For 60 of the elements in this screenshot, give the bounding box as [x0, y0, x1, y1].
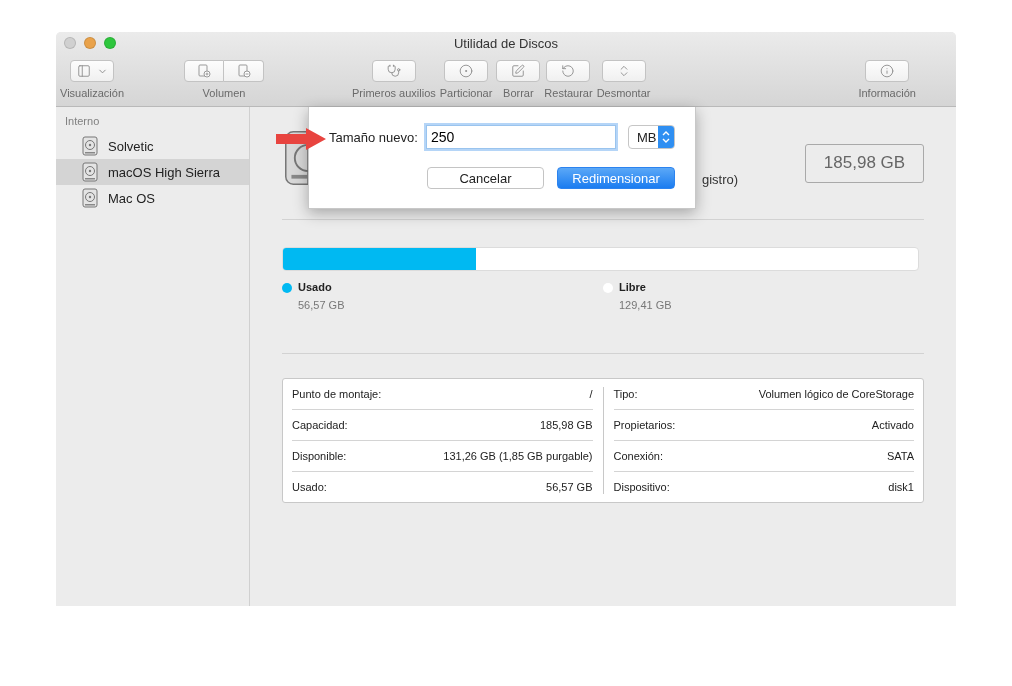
pen-icon	[511, 64, 526, 78]
legend-label: Libre	[619, 281, 646, 293]
toolbar-button[interactable]	[371, 60, 416, 82]
toolbar-label: Información	[858, 87, 916, 99]
table-cell: Disponible:	[292, 450, 347, 462]
toolbar-button[interactable]	[546, 60, 591, 82]
toolbar-button[interactable]	[70, 60, 114, 82]
table-cell: disk1	[888, 481, 914, 493]
toolbar-button[interactable]	[865, 60, 910, 82]
toolbar-button[interactable]	[444, 60, 489, 82]
arrow-icon	[276, 128, 326, 150]
legend-value: 129,41 GB	[619, 299, 672, 311]
toolbar-label: Volumen	[202, 87, 246, 99]
table-cell: Punto de montaje:	[292, 388, 382, 400]
table-cell: Volumen lógico de CoreStorage	[758, 388, 914, 400]
sidebar-heading: Interno	[65, 115, 100, 127]
sidebar-item[interactable]: macOS High Sierra	[56, 159, 249, 185]
toolbar-button[interactable]	[601, 60, 646, 82]
toolbar-label: Borrar	[503, 87, 534, 99]
table-cell: 56,57 GB	[546, 481, 593, 493]
info-icon	[880, 64, 895, 78]
stethoscope-icon	[386, 64, 401, 78]
volume-info-text: gistro)	[702, 171, 739, 187]
add-volume-button[interactable]	[184, 60, 224, 82]
table-cell: SATA	[886, 450, 914, 462]
restore-icon	[561, 64, 576, 78]
toolbar-label: Primeros auxilios	[352, 87, 436, 99]
field-label: Tamaño nuevo:	[329, 129, 418, 145]
toolbar-label: Restaurar	[544, 87, 593, 99]
table-cell: Conexión:	[613, 450, 664, 462]
unit-select[interactable]: MB	[627, 125, 675, 149]
legend-value: 56,57 GB	[298, 299, 345, 311]
toolbar-label: Desmontar	[596, 87, 651, 99]
sidebar-icon	[76, 64, 91, 78]
table-cell: Tipo:	[613, 388, 638, 400]
table-cell: Capacidad:	[292, 419, 348, 431]
table-cell: 131,26 GB (1,85 GB purgable)	[443, 450, 593, 462]
legend-label: Usado	[298, 281, 332, 293]
table-cell: Dispositivo:	[613, 481, 670, 493]
maximize-icon[interactable]	[104, 37, 116, 49]
window-title: Utilidad de Discos	[453, 35, 558, 51]
toolbar-label: Visualización	[60, 87, 124, 99]
capacity-badge: 185,98 GB	[805, 143, 924, 183]
table-cell: 185,98 GB	[539, 419, 593, 431]
table-cell: Usado:	[292, 481, 327, 493]
table-cell: Activado	[871, 419, 914, 431]
remove-volume-button[interactable]	[224, 60, 264, 82]
toolbar-button[interactable]	[496, 60, 541, 82]
stepper-icon	[662, 130, 670, 144]
table-cell: /	[589, 388, 593, 400]
cancel-button[interactable]: Cancelar	[427, 167, 544, 189]
size-input[interactable]: 250	[425, 125, 616, 149]
sidebar-item[interactable]: Solvetic	[56, 133, 249, 159]
disk-minus-icon	[236, 64, 251, 78]
table-cell: Propietarios:	[613, 419, 676, 431]
close-icon[interactable]	[64, 37, 76, 49]
sidebar-item[interactable]: Mac OS	[56, 185, 249, 211]
disk-plus-icon	[197, 64, 211, 78]
toolbar-label: Particionar	[439, 87, 493, 99]
minimize-icon[interactable]	[84, 37, 96, 49]
